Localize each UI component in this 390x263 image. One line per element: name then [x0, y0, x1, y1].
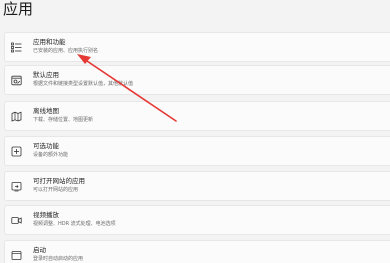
apps-for-websites-icon	[11, 181, 22, 192]
settings-item-offline-maps[interactable]: 离线地图 下载、存储位置、地图更新	[4, 101, 390, 131]
apps-list-icon	[11, 42, 22, 53]
settings-item-title: 离线地图	[33, 107, 59, 115]
settings-item-title: 可选功能	[33, 142, 59, 150]
settings-item-subtitle: 下载、存储位置、地图更新	[33, 117, 94, 123]
settings-item-subtitle: 已安装的应用、应用执行别名	[33, 48, 99, 54]
page-title: 应用	[3, 0, 34, 18]
settings-item-subtitle: 根据文件和链接类型设置默认值，其他默认值	[33, 81, 134, 87]
settings-item-default-apps[interactable]: 默认应用 根据文件和链接类型设置默认值，其他默认值	[4, 65, 390, 95]
settings-item-title: 启动	[33, 246, 46, 254]
settings-item-subtitle: 登录时自动启动的应用	[33, 256, 84, 262]
settings-item-apps-features[interactable]: 应用和功能 已安装的应用、应用执行别名	[4, 32, 390, 62]
settings-item-startup[interactable]: 启动 登录时自动启动的应用	[4, 240, 390, 263]
settings-item-subtitle: 视频调整、HDR 流式处理、电池选项	[33, 221, 116, 227]
settings-item-title: 视频播放	[33, 211, 59, 219]
settings-item-subtitle: 设备的额外功能	[33, 152, 69, 158]
video-playback-icon	[11, 215, 22, 226]
settings-item-apps-for-websites[interactable]: 可打开网站的应用 可以打开网站的应用	[4, 171, 390, 201]
settings-item-title: 应用和功能	[33, 38, 66, 46]
startup-icon	[11, 250, 22, 261]
optional-features-icon	[11, 146, 22, 157]
default-apps-icon	[11, 75, 22, 86]
settings-item-title: 默认应用	[33, 71, 59, 79]
settings-item-video-playback[interactable]: 视频播放 视频调整、HDR 流式处理、电池选项	[4, 205, 390, 235]
settings-item-optional-features[interactable]: 可选功能 设备的额外功能	[4, 136, 390, 166]
apps-settings-page: 应用 应用和功能 已安装的应用、应用执行别名 默认应用 根据文件和链接类型设置默…	[0, 0, 390, 263]
offline-maps-icon	[11, 111, 22, 122]
settings-item-subtitle: 可以打开网站的应用	[33, 187, 79, 193]
settings-item-title: 可打开网站的应用	[33, 177, 85, 185]
